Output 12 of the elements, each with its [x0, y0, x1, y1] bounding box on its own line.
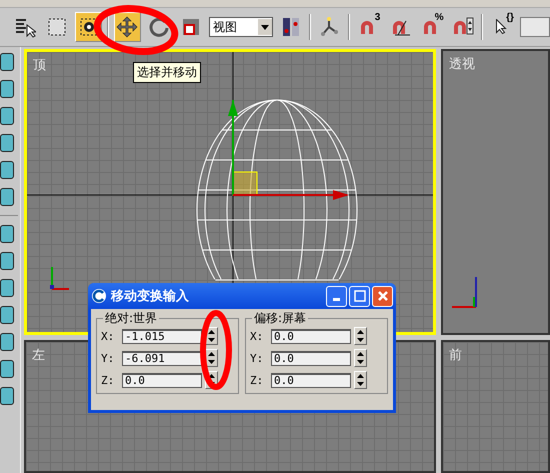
axis-label: Z: [101, 374, 116, 386]
axis-label: Z: [250, 374, 264, 386]
viewport-label: 顶 [33, 57, 46, 74]
group-title: 偏移:屏幕 [252, 310, 308, 327]
viewport-label: 前 [449, 347, 462, 364]
viewport-label: 左 [32, 347, 45, 364]
viewport-label: 透视 [449, 56, 475, 73]
tooltip: 选择并移动 [133, 62, 201, 83]
dialog-title: 移动变换输入 [111, 288, 190, 305]
group-title: 绝对:世界 [103, 310, 160, 327]
axis-label: Y: [101, 352, 116, 364]
axis-label: Y: [250, 352, 264, 364]
